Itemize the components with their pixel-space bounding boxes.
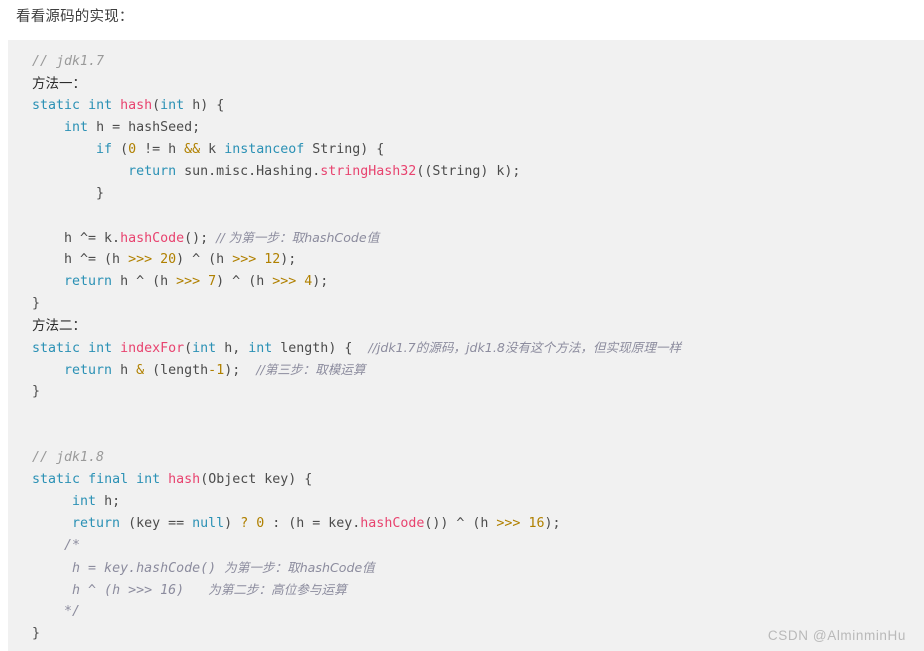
keyword-return: return [128,164,177,179]
literal-12: 12 [256,252,281,267]
code-line: h ^ (h >>> 16) 为第二步：高位参与运算 [32,579,924,601]
keyword-final: final [88,472,129,487]
literal-7: 7 [200,274,217,289]
code-line: if (0 != h && k instanceof String) { [96,142,385,157]
literal-1: 1 [216,363,225,378]
code-line: return h ^ (h >>> 7) ^ (h >>> 4); [64,274,329,289]
keyword-instanceof: instanceof [224,142,305,157]
literal-16: 16 [520,516,545,531]
code-line: } [32,293,924,315]
code-line: // jdk1.7 [32,51,924,73]
function-hash: hash [120,98,153,113]
keyword-int: int [88,98,113,113]
literal-20: 20 [152,252,177,267]
comment-step-three: //第三步：取模运算 [256,362,366,377]
code-line: return sun.misc.Hashing.stringHash32((St… [128,164,521,179]
comment-jdk17: // jdk1.7 [32,54,105,69]
code-block[interactable]: // jdk1.7 方法一： static int hash(int h) { … [8,40,924,651]
page-intro-text: 看看源码的实现： [16,9,134,25]
keyword-null: null [192,516,225,531]
comment-block-close: */ [64,604,81,619]
operator-minus: - [208,363,217,378]
operator-ternary: ? [240,516,249,531]
operator-ushr: >>> [232,252,257,267]
keyword-static: static [32,472,81,487]
code-line: int h; [72,494,121,509]
comment-indexfor-note: //jdk1.7的源码，jdk1.8没有这个方法，但实现原理一样 [368,340,682,355]
code-line: h ^= (h >>> 20) ^ (h >>> 12); [32,252,297,267]
label-method-two: 方法二： [32,318,86,334]
function-hashcode: hashCode [120,231,185,246]
literal-zero: 0 [128,142,137,157]
keyword-int: int [72,494,97,509]
code-line: static final int hash(Object key) { [32,472,313,487]
code-line: static int hash(int h) { [32,98,225,113]
keyword-int: int [64,120,89,135]
comment-block-line1-cn: 为第一步：取hashCode值 [224,560,375,575]
closing-brace: } [32,626,41,641]
operator-ushr: >>> [176,274,201,289]
function-stringhash32: stringHash32 [320,164,417,179]
comment-block-open: /* [64,538,81,553]
keyword-static: static [32,98,81,113]
comment-jdk18: // jdk1.8 [32,450,105,465]
closing-brace: } [32,384,41,399]
csdn-watermark: CSDN @AlminminHu [767,628,906,643]
closing-brace: } [32,296,41,311]
operator-ushr: >>> [496,516,521,531]
code-line: */ [32,601,924,623]
keyword-int: int [136,472,161,487]
function-hashcode: hashCode [360,516,425,531]
closing-brace: } [32,186,105,201]
function-indexfor: indexFor [120,341,185,356]
code-line: static int indexFor(int h, int length) {… [32,340,682,356]
label-method-one: 方法一： [32,76,86,92]
function-hash: hash [168,472,201,487]
decl-hashseed: h = hashSeed; [88,120,201,135]
keyword-return: return [64,274,113,289]
comment-step-one: // 为第一步：取hashCode值 [216,230,380,245]
literal-zero: 0 [248,516,265,531]
keyword-static: static [32,341,81,356]
comment-block-line2-cn: 为第二步：高位参与运算 [208,582,347,597]
operator-ushr: >>> [128,252,153,267]
operator-bitand: & [136,363,145,378]
keyword-int: int [248,341,273,356]
code-line: } [32,183,924,205]
keyword-if: if [96,142,113,157]
code-line: /* [32,535,924,557]
code-line: return (key == null) ? 0 : (h = key.hash… [72,516,561,531]
code-line: int h = hashSeed; [32,117,924,139]
keyword-return: return [72,516,121,531]
comment-block-line1: h = key.hashCode() [64,561,225,576]
code-line: } [32,381,924,403]
keyword-int: int [88,341,113,356]
code-line: return h & (length-1); //第三步：取模运算 [64,362,366,378]
comment-block-line2: h ^ (h >>> 16) [64,583,209,598]
keyword-int: int [160,98,185,113]
code-line: h = key.hashCode() 为第一步：取hashCode值 [32,557,924,579]
code-line: // jdk1.8 [32,447,924,469]
keyword-return: return [64,363,113,378]
literal-4: 4 [296,274,313,289]
operator-and: && [184,142,201,157]
keyword-int: int [192,341,217,356]
code-line: h ^= k.hashCode(); // 为第一步：取hashCode值 [32,230,380,246]
operator-ushr: >>> [272,274,297,289]
